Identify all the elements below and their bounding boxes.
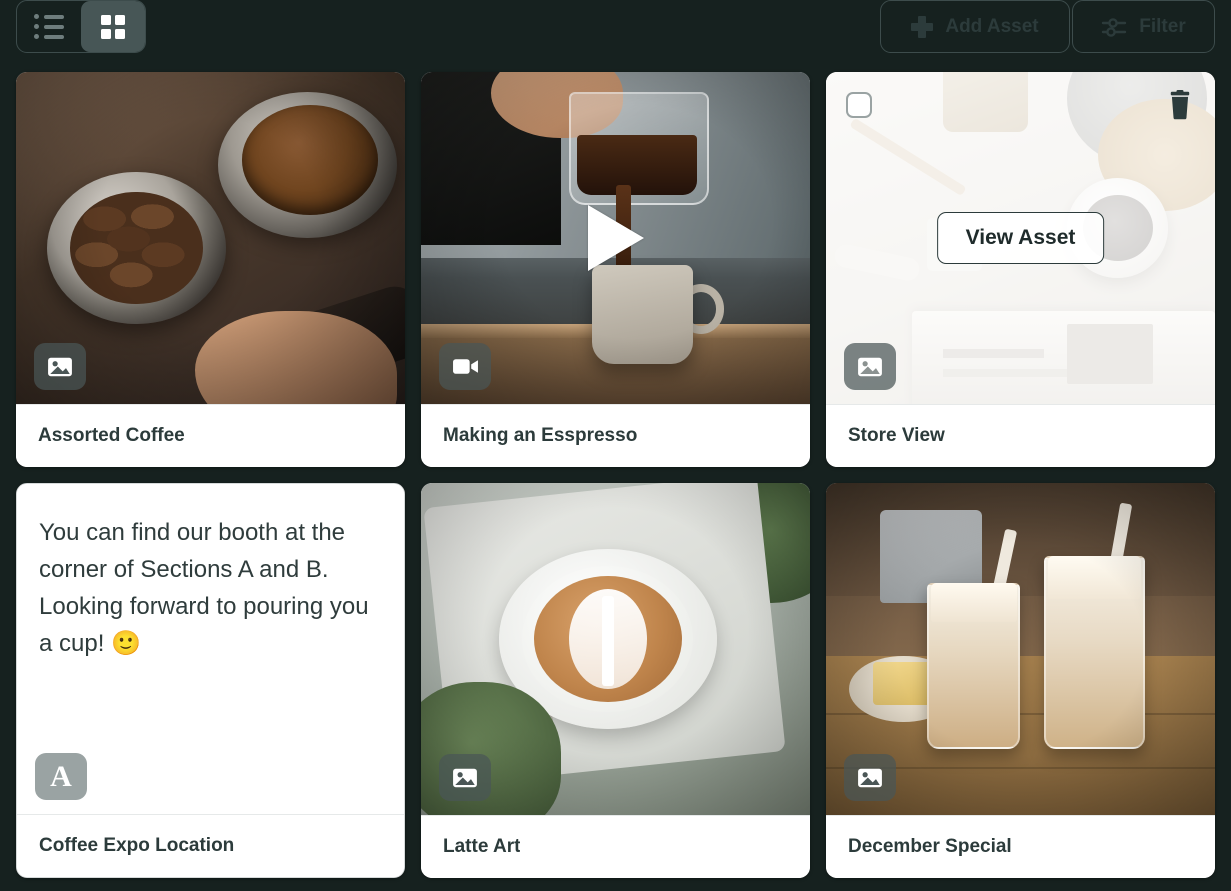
asset-thumbnail[interactable] [826, 483, 1215, 815]
add-asset-button[interactable]: Add Asset [880, 0, 1070, 53]
asset-card[interactable]: Making an Esspresso [421, 72, 810, 467]
asset-grid: Assorted Coffee Making an Esspresso View… [16, 72, 1215, 878]
asset-thumbnail[interactable]: You can find our booth at the corner of … [17, 484, 404, 814]
add-asset-label: Add Asset [945, 15, 1039, 37]
toolbar: Add Asset Filter [0, 0, 1231, 53]
asset-card-footer: December Special [826, 815, 1215, 878]
asset-card[interactable]: Assorted Coffee [16, 72, 405, 467]
asset-thumbnail[interactable] [421, 72, 810, 404]
asset-card-footer: Making an Esspresso [421, 404, 810, 467]
asset-card-footer: Assorted Coffee [16, 404, 405, 467]
image-icon [439, 754, 491, 801]
asset-title: Latte Art [443, 836, 521, 857]
asset-title: Coffee Expo Location [39, 835, 235, 856]
asset-title: Store View [848, 425, 945, 446]
asset-title: Making an Esspresso [443, 425, 638, 446]
plus-icon [911, 15, 934, 38]
asset-card[interactable]: Latte Art [421, 483, 810, 878]
filter-label: Filter [1139, 15, 1186, 37]
asset-card-footer: Store View [826, 404, 1215, 467]
list-view-button[interactable] [17, 1, 81, 52]
grid-view-button[interactable] [81, 1, 145, 52]
asset-card-footer: Coffee Expo Location [17, 814, 404, 877]
view-mode-toggle[interactable] [16, 0, 146, 53]
text-icon: A [35, 753, 87, 800]
filter-button[interactable]: Filter [1072, 0, 1215, 53]
filter-sliders-icon [1101, 16, 1127, 38]
asset-thumbnail[interactable] [421, 483, 810, 815]
asset-thumbnail[interactable]: View Asset [826, 72, 1215, 404]
image-icon [34, 343, 86, 390]
trash-icon[interactable] [1165, 90, 1195, 120]
list-icon [34, 14, 64, 39]
view-asset-button[interactable]: View Asset [936, 212, 1105, 264]
asset-card-footer: Latte Art [421, 815, 810, 878]
asset-library-page: Add Asset Filter Assorted Coffee Making … [0, 0, 1231, 891]
asset-title: December Special [848, 836, 1012, 857]
asset-card-hovered[interactable]: View Asset Store View [826, 72, 1215, 467]
asset-title: Assorted Coffee [38, 425, 185, 446]
asset-text-body: You can find our booth at the corner of … [17, 484, 404, 662]
image-icon [844, 343, 896, 390]
select-asset-checkbox[interactable] [846, 92, 872, 118]
asset-card[interactable]: December Special [826, 483, 1215, 878]
asset-thumbnail[interactable] [16, 72, 405, 404]
grid-icon [101, 14, 125, 39]
image-icon [844, 754, 896, 801]
asset-card[interactable]: You can find our booth at the corner of … [16, 483, 405, 878]
video-icon [439, 343, 491, 390]
play-icon[interactable] [587, 205, 644, 271]
